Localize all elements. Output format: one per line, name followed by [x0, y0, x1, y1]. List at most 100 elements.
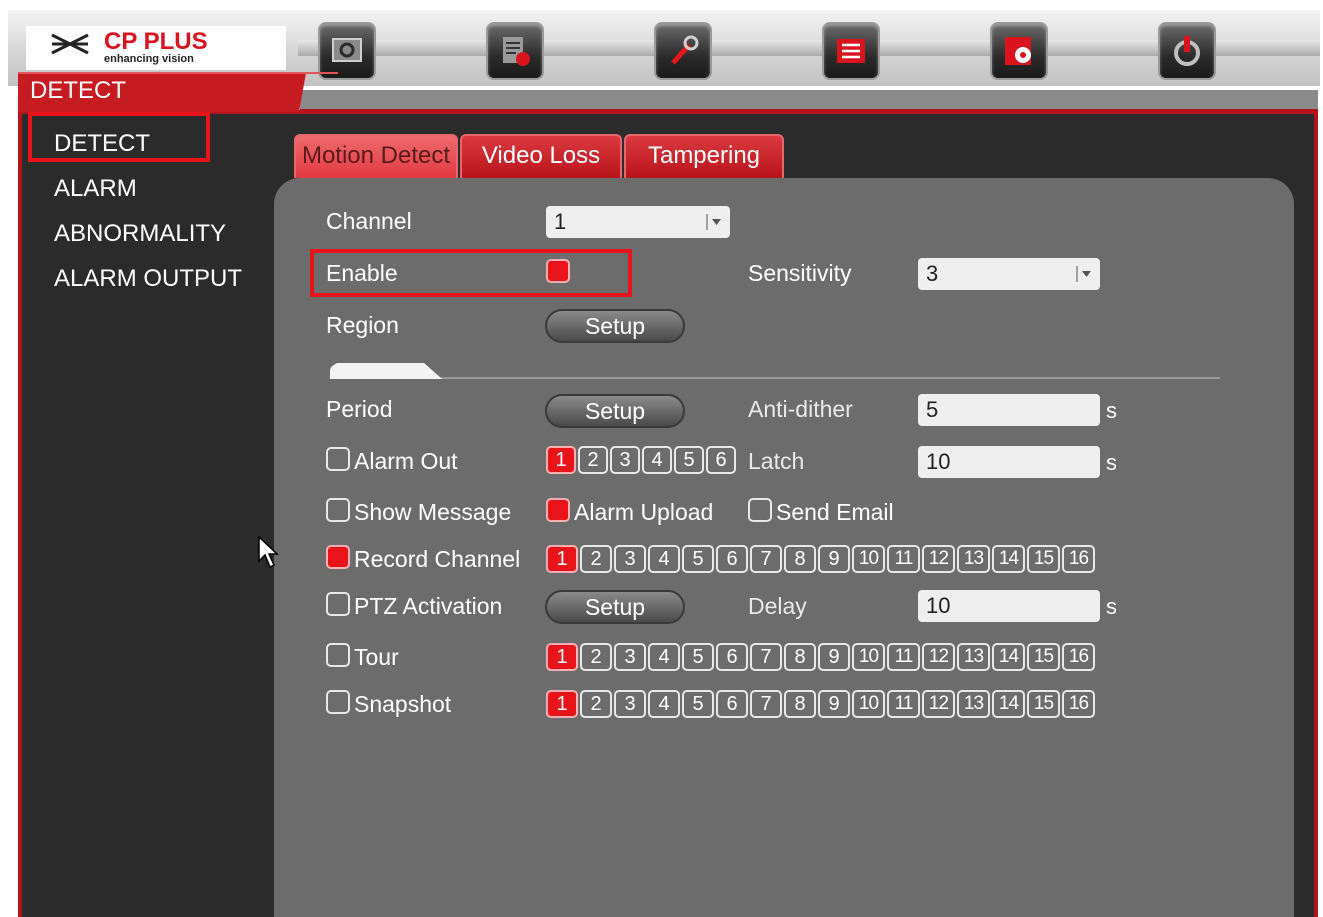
tour-checkbox[interactable]: [326, 643, 350, 667]
alarm-out-checkbox[interactable]: [326, 447, 350, 471]
info-button[interactable]: [822, 22, 880, 80]
brand-logo: CP PLUS enhancing vision: [26, 26, 286, 70]
selection-highlight: [28, 112, 210, 162]
enable-highlight: [310, 249, 632, 297]
chevron-down-icon: [1076, 266, 1091, 282]
snapshot-channel-2[interactable]: 2: [580, 690, 612, 718]
sidebar-item-alarm[interactable]: ALARM: [54, 175, 137, 203]
tour-channel-2[interactable]: 2: [580, 643, 612, 671]
record-channel-11[interactable]: 11: [887, 545, 920, 573]
period-label: Period: [326, 396, 393, 422]
tour-channel-15[interactable]: 15: [1027, 643, 1060, 671]
record-channel-8[interactable]: 8: [784, 545, 816, 573]
ptz-activation-checkbox[interactable]: [326, 592, 350, 616]
period-setup-button[interactable]: Setup: [545, 394, 685, 428]
tour-channel-14[interactable]: 14: [992, 643, 1025, 671]
snapshot-channel-12[interactable]: 12: [922, 690, 955, 718]
record-channel-4[interactable]: 4: [648, 545, 680, 573]
alarm-output-3[interactable]: 3: [610, 446, 640, 474]
tour-channel-16[interactable]: 16: [1062, 643, 1095, 671]
settings-button[interactable]: [486, 22, 544, 80]
tour-channel-1[interactable]: 1: [546, 643, 578, 671]
alarm-out-label: Alarm Out: [354, 448, 458, 474]
snapshot-channel-1[interactable]: 1: [546, 690, 578, 718]
snapshot-checkbox[interactable]: [326, 690, 350, 714]
sidebar-item-alarm-output[interactable]: ALARM OUTPUT: [54, 265, 242, 293]
tour-channel-9[interactable]: 9: [818, 643, 850, 671]
wrench-icon: [671, 35, 699, 65]
tour-channel-7[interactable]: 7: [750, 643, 782, 671]
delay-label: Delay: [748, 593, 807, 619]
tab-tampering[interactable]: Tampering: [624, 134, 784, 178]
record-channel-16[interactable]: 16: [1062, 545, 1095, 573]
tour-channel-10[interactable]: 10: [852, 643, 885, 671]
snapshot-channel-3[interactable]: 3: [614, 690, 646, 718]
power-icon: [1174, 36, 1200, 66]
tour-channel-6[interactable]: 6: [716, 643, 748, 671]
record-channel-label: Record Channel: [354, 546, 521, 572]
page-title-bar: DETECT: [18, 72, 338, 112]
sensitivity-select[interactable]: 3: [918, 258, 1100, 290]
record-channel-7[interactable]: 7: [750, 545, 782, 573]
snapshot-channel-8[interactable]: 8: [784, 690, 816, 718]
alarm-upload-label: Alarm Upload: [574, 499, 714, 525]
tour-channel-13[interactable]: 13: [957, 643, 990, 671]
record-channel-1[interactable]: 1: [546, 545, 578, 573]
snapshot-channel-15[interactable]: 15: [1027, 690, 1060, 718]
snapshot-channel-16[interactable]: 16: [1062, 690, 1095, 718]
alarm-output-4[interactable]: 4: [642, 446, 672, 474]
tour-channel-4[interactable]: 4: [648, 643, 680, 671]
record-channel-6[interactable]: 6: [716, 545, 748, 573]
record-channel-5[interactable]: 5: [682, 545, 714, 573]
section-divider: [330, 377, 1220, 379]
record-channel-13[interactable]: 13: [957, 545, 990, 573]
anti-dither-input[interactable]: 5: [918, 394, 1100, 426]
power-button[interactable]: [1158, 22, 1216, 80]
region-setup-button[interactable]: Setup: [545, 309, 685, 343]
anti-dither-label: Anti-dither: [748, 396, 853, 422]
tour-channel-8[interactable]: 8: [784, 643, 816, 671]
show-message-checkbox[interactable]: [326, 498, 350, 522]
tour-label: Tour: [354, 644, 399, 670]
tour-channel-12[interactable]: 12: [922, 643, 955, 671]
alarm-output-2[interactable]: 2: [578, 446, 608, 474]
snapshot-channel-11[interactable]: 11: [887, 690, 920, 718]
send-email-checkbox[interactable]: [748, 498, 772, 522]
tour-channel-3[interactable]: 3: [614, 643, 646, 671]
tour-channel-11[interactable]: 11: [887, 643, 920, 671]
record-channel-12[interactable]: 12: [922, 545, 955, 573]
tour-channel-5[interactable]: 5: [682, 643, 714, 671]
record-channel-15[interactable]: 15: [1027, 545, 1060, 573]
snapshot-channel-6[interactable]: 6: [716, 690, 748, 718]
record-channel-10[interactable]: 10: [852, 545, 885, 573]
tools-button[interactable]: [654, 22, 712, 80]
snapshot-channel-13[interactable]: 13: [957, 690, 990, 718]
record-channel-3[interactable]: 3: [614, 545, 646, 573]
snapshot-channel-14[interactable]: 14: [992, 690, 1025, 718]
mouse-cursor-icon: [258, 536, 279, 569]
snapshot-channel-7[interactable]: 7: [750, 690, 782, 718]
latch-input[interactable]: 10: [918, 446, 1100, 478]
tab-motion-detect[interactable]: Motion Detect: [294, 134, 458, 178]
brand-mark-icon: [51, 33, 89, 55]
snapshot-channel-4[interactable]: 4: [648, 690, 680, 718]
snapshot-channel-10[interactable]: 10: [852, 690, 885, 718]
record-channel-2[interactable]: 2: [580, 545, 612, 573]
record-channel-14[interactable]: 14: [992, 545, 1025, 573]
alarm-upload-checkbox[interactable]: [546, 498, 570, 522]
ptz-setup-button[interactable]: Setup: [545, 590, 685, 624]
tab-video-loss[interactable]: Video Loss: [460, 134, 622, 178]
snapshot-channel-9[interactable]: 9: [818, 690, 850, 718]
alarm-output-6[interactable]: 6: [706, 446, 736, 474]
snapshot-channel-5[interactable]: 5: [682, 690, 714, 718]
alarm-output-5[interactable]: 5: [674, 446, 704, 474]
channel-select[interactable]: 1: [546, 206, 730, 238]
backup-button[interactable]: [990, 22, 1048, 80]
record-channel-checkbox[interactable]: [326, 545, 350, 569]
alarm-output-1[interactable]: 1: [546, 446, 576, 474]
delay-input[interactable]: 10: [918, 590, 1100, 622]
section-divider-tab: [330, 363, 442, 379]
sidebar-item-abnormality[interactable]: ABNORMALITY: [54, 220, 226, 248]
record-channel-9[interactable]: 9: [818, 545, 850, 573]
channel-value: 1: [554, 209, 567, 234]
